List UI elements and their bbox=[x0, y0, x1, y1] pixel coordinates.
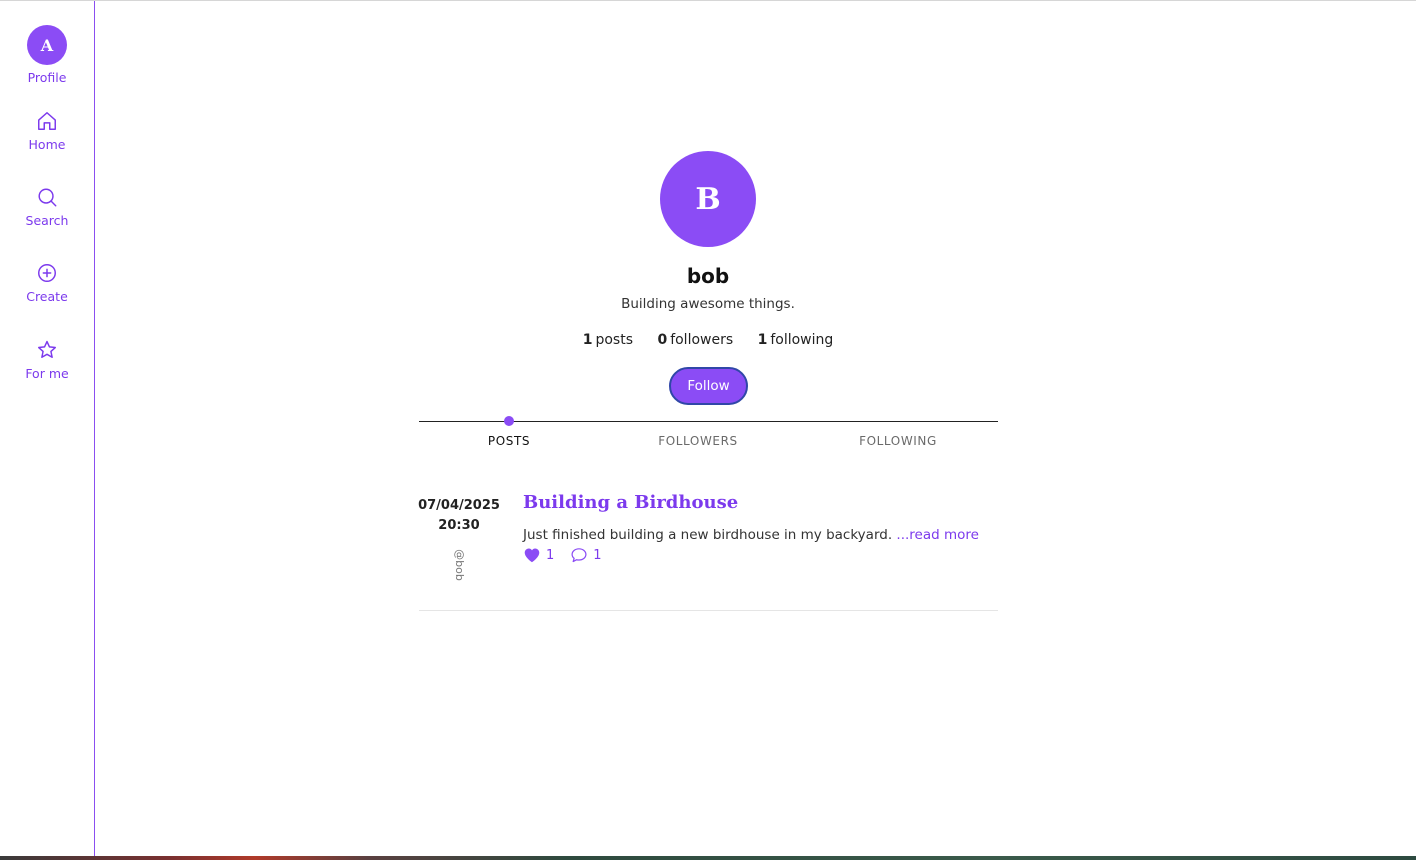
active-tab-indicator bbox=[504, 416, 514, 426]
stat-posts: 1 posts bbox=[583, 332, 633, 348]
stat-posts-count: 1 bbox=[582, 332, 593, 348]
stat-following-label: following bbox=[770, 332, 834, 348]
stat-followers-label: followers bbox=[670, 332, 734, 348]
post-timestamp: 07/04/2025 20:30 bbox=[414, 496, 504, 536]
avatar: A bbox=[27, 25, 67, 65]
post-excerpt-text: Just finished building a new birdhouse i… bbox=[523, 527, 893, 543]
profile-bio: Building awesome things. bbox=[621, 296, 795, 312]
sidebar-item-home[interactable]: Home bbox=[0, 110, 94, 152]
profile-stats: 1 posts 0 followers 1 following bbox=[0, 332, 1416, 348]
stat-followers: 0 followers bbox=[657, 332, 733, 348]
profile-avatar: B bbox=[660, 151, 756, 247]
sidebar-item-label: Profile bbox=[27, 70, 67, 85]
post-excerpt: Just finished building a new birdhouse i… bbox=[523, 527, 979, 543]
post-author[interactable]: @bob bbox=[452, 543, 466, 587]
top-border bbox=[0, 0, 1416, 1]
stat-following-count: 1 bbox=[757, 332, 768, 348]
sidebar-item-label: For me bbox=[25, 366, 69, 381]
profile-username: bob bbox=[686, 264, 730, 288]
search-icon bbox=[38, 188, 57, 207]
comment-icon bbox=[571, 548, 587, 563]
like-count: 1 bbox=[546, 547, 555, 563]
post-title[interactable]: Building a Birdhouse bbox=[523, 492, 738, 513]
follow-button[interactable]: Follow bbox=[669, 367, 748, 405]
stat-posts-label: posts bbox=[595, 332, 633, 348]
sidebar-item-label: Search bbox=[25, 213, 69, 228]
post-actions: 1 1 bbox=[523, 547, 602, 563]
read-more-link[interactable]: ...read more bbox=[896, 527, 979, 543]
post-divider bbox=[419, 610, 998, 611]
sidebar: A Profile Home Search Create For me bbox=[0, 1, 95, 856]
stat-followers-count: 0 bbox=[657, 332, 668, 348]
sidebar-item-label: Home bbox=[28, 137, 66, 152]
heart-icon bbox=[524, 548, 540, 563]
sidebar-item-profile[interactable]: A Profile bbox=[0, 25, 94, 85]
stat-following: 1 following bbox=[758, 332, 834, 348]
home-icon bbox=[38, 112, 56, 130]
sidebar-item-search[interactable]: Search bbox=[0, 186, 94, 228]
desktop-background-strip bbox=[0, 856, 1416, 860]
tab-posts[interactable]: POSTS bbox=[470, 434, 548, 448]
comment-count: 1 bbox=[593, 547, 602, 563]
tab-followers[interactable]: FOLLOWERS bbox=[648, 434, 748, 448]
tab-following[interactable]: FOLLOWING bbox=[848, 434, 948, 448]
comment-button[interactable]: 1 bbox=[570, 547, 602, 563]
post-date: 07/04/2025 bbox=[418, 498, 500, 513]
post-time: 20:30 bbox=[438, 518, 480, 533]
like-button[interactable]: 1 bbox=[523, 547, 554, 563]
